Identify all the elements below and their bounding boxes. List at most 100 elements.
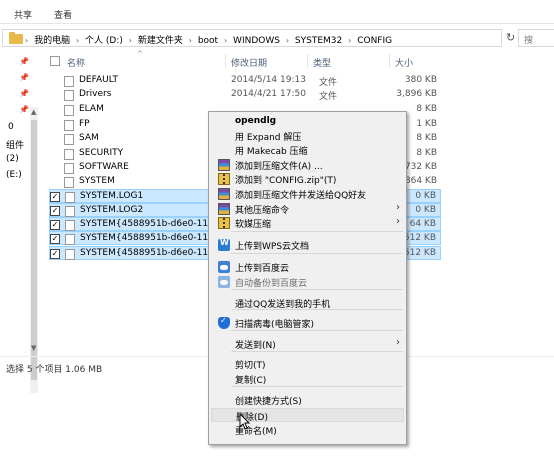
ribbon-tab-share[interactable]: 共享 [14, 8, 32, 21]
column-header-name[interactable]: 名称 [67, 56, 85, 69]
breadcrumb-item[interactable]: CONFIG [357, 36, 392, 46]
context-menu-item-label: 其他压缩命令 [235, 206, 290, 216]
context-menu-item[interactable]: 用 Expand 解压 [211, 129, 404, 143]
context-menu-item[interactable]: opendlg [211, 115, 404, 129]
context-menu-item[interactable]: 创建快捷方式(S) [211, 393, 404, 407]
nav-item[interactable]: (2) [6, 154, 19, 164]
context-menu-item-label: 上传到百度云 [235, 264, 290, 274]
file-size: 3,896 KB [396, 89, 437, 99]
mouse-cursor-icon [239, 413, 251, 430]
breadcrumb-separator-icon[interactable]: › [286, 36, 289, 45]
doc-icon [64, 163, 74, 174]
column-divider[interactable] [307, 54, 308, 68]
table-row[interactable]: Drivers 2014/4/21 17:50 文件 3,896 KB [49, 88, 441, 102]
breadcrumb-separator-icon[interactable]: › [189, 36, 192, 45]
column-divider[interactable] [225, 54, 226, 68]
file-name: SOFTWARE [79, 162, 129, 172]
ribbon-tab-view[interactable]: 查看 [54, 8, 72, 21]
context-menu-item[interactable]: 复制(C) [211, 372, 404, 386]
breadcrumb-item[interactable]: SYSTEM32 [295, 36, 342, 46]
context-menu-item-label: 发送到(N) [235, 341, 276, 351]
context-menu-item[interactable]: 通过QQ发送到我的手机 [211, 296, 404, 310]
file-size: 8 KB [416, 133, 437, 143]
breadcrumb-separator-icon[interactable]: › [25, 36, 28, 45]
file-date: 2014/4/21 17:50 [231, 89, 306, 99]
context-menu-item[interactable]: 自动备份到百度云 [211, 275, 404, 289]
context-menu-item-label: 复制(C) [235, 376, 267, 386]
column-divider[interactable] [389, 54, 390, 68]
context-menu-item[interactable]: 添加到压缩文件并发送给QQ好友 [211, 187, 404, 201]
nav-item[interactable]: 0 [8, 122, 14, 132]
file-name: SYSTEM.LOG1 [80, 191, 144, 201]
context-menu-item[interactable]: 上传到百度云 [211, 260, 404, 274]
address-row: › 我的电脑 › 个人 (D:) › 新建文件夹 › boot › WINDOW… [0, 27, 554, 49]
row-checkbox[interactable]: ✓ [50, 192, 60, 202]
row-checkbox[interactable]: ✓ [50, 234, 60, 244]
scroll-up-icon[interactable]: ▲ [31, 108, 36, 116]
context-menu-item[interactable]: 上传到WPS云文档 [211, 238, 404, 252]
context-menu-item[interactable]: 用 Makecab 压缩 [211, 143, 404, 157]
rar-icon [218, 188, 230, 200]
column-header-size[interactable]: 大小 [395, 56, 413, 69]
context-menu-item[interactable]: 添加到压缩文件(A) ... [211, 158, 404, 172]
column-header-type[interactable]: 类型 [313, 56, 331, 69]
file-name: SAM [79, 133, 99, 143]
file-type: 文件 [319, 92, 338, 102]
breadcrumb-separator-icon[interactable]: › [224, 36, 227, 45]
menu-separator [231, 386, 403, 387]
context-menu-item[interactable]: 添加到 "CONFIG.zip"(T) [211, 172, 404, 186]
ribbon: 共享 查看 [0, 0, 554, 24]
breadcrumb-separator-icon[interactable]: › [76, 36, 79, 45]
nav-scrollbar-thumb[interactable] [31, 120, 37, 380]
context-menu-item-label: opendlg [235, 116, 277, 126]
search-placeholder: 搜 [524, 36, 534, 46]
file-size: 512 KB [403, 248, 436, 258]
address-bar[interactable]: › 我的电脑 › 个人 (D:) › 新建文件夹 › boot › WINDOW… [2, 29, 502, 47]
doc-icon [65, 206, 75, 217]
doc-icon [64, 134, 74, 145]
search-input[interactable]: 搜 [518, 29, 554, 47]
folder-icon [9, 32, 23, 44]
submenu-arrow-icon: › [396, 216, 400, 227]
breadcrumb-item[interactable]: 个人 (D:) [85, 33, 123, 46]
select-all-checkbox[interactable] [50, 56, 60, 66]
table-row[interactable]: DEFAULT 2014/5/14 19:13 文件 380 KB [49, 74, 441, 88]
context-menu-item-label: 用 Makecab 压缩 [235, 147, 308, 157]
doc-icon [65, 192, 75, 203]
file-name: Drivers [79, 89, 112, 99]
nav-item[interactable]: (E:) [6, 170, 22, 180]
doc-icon [64, 120, 74, 131]
doc-icon [65, 234, 75, 245]
breadcrumb-separator-icon[interactable]: › [348, 36, 351, 45]
context-menu-item[interactable]: 扫描病毒(电脑管家) [211, 316, 404, 330]
pin-icon[interactable]: 📌 [19, 73, 29, 82]
menu-separator [231, 253, 403, 254]
pin-icon[interactable]: 📌 [19, 105, 29, 114]
context-menu-item[interactable]: 剪切(T) [211, 357, 404, 371]
breadcrumb-item[interactable]: boot [198, 36, 218, 46]
breadcrumb-item[interactable]: 新建文件夹 [138, 33, 183, 46]
breadcrumb-item[interactable]: 我的电脑 [34, 33, 70, 46]
row-checkbox[interactable]: ✓ [50, 206, 60, 216]
doc-icon [64, 90, 74, 101]
breadcrumb-item[interactable]: WINDOWS [233, 36, 280, 46]
scroll-down-icon[interactable]: ▼ [31, 344, 36, 352]
context-menu-item[interactable]: 发送到(N) › [211, 337, 404, 351]
cloud-icon [218, 276, 230, 288]
nav-item[interactable]: 组件 [6, 138, 24, 151]
breadcrumb-separator-icon[interactable]: › [129, 36, 132, 45]
file-size: 380 KB [404, 75, 437, 85]
row-checkbox[interactable]: ✓ [50, 220, 60, 230]
file-size: 0 KB [415, 205, 436, 215]
file-name: ELAM [79, 104, 104, 114]
submenu-arrow-icon: › [396, 202, 400, 213]
pin-icon[interactable]: 📌 [19, 89, 29, 98]
pin-icon[interactable]: 📌 [19, 57, 29, 66]
menu-separator [231, 289, 403, 290]
row-checkbox[interactable]: ✓ [50, 249, 60, 259]
file-name: SYSTEM [79, 176, 115, 186]
context-menu-item[interactable]: 其他压缩命令 › [211, 202, 404, 216]
column-header-date[interactable]: 修改日期 [231, 56, 267, 69]
context-menu-item[interactable]: 软媒压缩 › [211, 216, 404, 230]
refresh-icon[interactable]: ↻ [506, 31, 515, 44]
